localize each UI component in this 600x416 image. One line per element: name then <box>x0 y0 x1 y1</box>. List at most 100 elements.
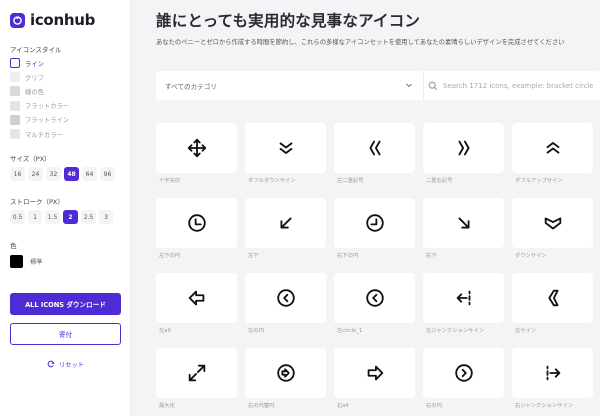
category-label: すべてのカテゴリ <box>165 82 218 91</box>
style-option-label: マルチカラー <box>25 131 63 139</box>
icon-card[interactable] <box>245 273 326 323</box>
double-chevron-right-icon <box>458 140 469 156</box>
icon-card[interactable] <box>156 348 237 398</box>
chevron-left-circle-icon <box>276 289 295 307</box>
style-option[interactable]: 線の色 <box>10 84 69 98</box>
size-option[interactable]: 24 <box>28 167 43 181</box>
style-option[interactable]: グリフ <box>10 70 69 84</box>
stroke-option[interactable]: 2 <box>63 210 78 224</box>
stroke-options: 0.5 1 1.5 2 2.5 3 <box>10 210 116 224</box>
style-swatch-icon <box>10 100 20 111</box>
icon-card[interactable] <box>334 198 415 248</box>
filter-bar: すべてのカテゴリ <box>156 71 600 100</box>
maximize-icon <box>188 364 205 382</box>
icon-card[interactable] <box>245 348 326 398</box>
icon-card[interactable] <box>512 273 593 323</box>
clock-bottom-right-icon <box>365 214 384 232</box>
style-option-label: ライン <box>25 60 44 68</box>
icon-card-label: ダブルアップサイン <box>515 178 563 184</box>
down-sign-icon <box>544 217 561 230</box>
size-option[interactable]: 96 <box>100 167 115 181</box>
search-icon <box>428 81 438 90</box>
color-picker[interactable]: 標準 <box>10 255 42 268</box>
style-swatch-icon <box>10 58 20 69</box>
icon-card[interactable] <box>423 123 504 173</box>
icon-card[interactable] <box>156 273 237 323</box>
icon-card[interactable] <box>156 123 237 173</box>
icon-card[interactable] <box>245 198 326 248</box>
style-option-label: フラットカラー <box>25 103 70 111</box>
icon-card-label: 左下 <box>248 253 259 259</box>
stroke-option[interactable]: 2.5 <box>81 210 96 224</box>
style-option[interactable]: フラットカラー <box>10 99 69 113</box>
size-label: サイズ（PX） <box>10 155 51 163</box>
arrow-right-alt-icon <box>367 365 383 381</box>
icon-card-label: 左alt <box>159 328 172 334</box>
chevron-left-circle-1-icon <box>365 289 384 307</box>
chevron-right-circle-icon <box>454 364 473 382</box>
icon-card[interactable] <box>512 348 593 398</box>
donate-button[interactable]: 寄付 <box>10 323 121 345</box>
icon-card-label: 右alt <box>337 403 350 409</box>
arrow-down-right-icon <box>458 217 469 229</box>
size-option[interactable]: 64 <box>82 167 97 181</box>
icon-card-label: 右下の円 <box>337 253 359 259</box>
category-select[interactable]: すべてのカテゴリ <box>156 71 424 100</box>
icon-card[interactable] <box>423 273 504 323</box>
chevron-down-icon <box>406 83 412 88</box>
arrow-right-circle-alt-icon <box>276 364 295 382</box>
clock-bottom-left-icon <box>187 214 206 232</box>
icon-card[interactable] <box>423 348 504 398</box>
logo[interactable]: iconhub <box>10 11 95 29</box>
reset-button[interactable]: リセット <box>10 357 121 371</box>
page-subtitle: あなたのペニーとゼロから作成する時間を節約し、これらの多様なアイコンセットを使用… <box>156 39 565 46</box>
icon-card-label: 十字矢印 <box>159 178 181 184</box>
size-option[interactable]: 32 <box>46 167 61 181</box>
left-sign-icon <box>547 289 558 307</box>
size-option[interactable]: 16 <box>10 167 25 181</box>
stroke-option[interactable]: 1 <box>28 210 42 224</box>
search-input[interactable] <box>443 81 593 90</box>
size-option[interactable]: 48 <box>64 167 79 181</box>
icon-card[interactable] <box>512 123 593 173</box>
style-option-label: フラットライン <box>25 117 70 125</box>
icon-card-label: 左二重記号 <box>337 178 364 184</box>
logo-icon <box>10 12 25 28</box>
stroke-option[interactable]: 0.5 <box>10 210 25 224</box>
reset-label: リセット <box>59 361 84 369</box>
icon-card-label: 右下 <box>426 253 437 259</box>
icon-card-label: ダウンサイン <box>515 253 547 259</box>
color-swatch[interactable] <box>10 255 23 268</box>
icon-card[interactable] <box>423 198 504 248</box>
icon-card[interactable] <box>334 123 415 173</box>
icon-card-label: 左下の円 <box>159 253 181 259</box>
style-swatch-icon <box>10 86 20 97</box>
stroke-option[interactable]: 3 <box>99 210 113 224</box>
double-chevron-down-icon <box>279 142 292 154</box>
double-chevron-left-icon <box>369 140 380 156</box>
icon-card-label: 二重右記号 <box>426 178 453 184</box>
icon-card[interactable] <box>334 273 415 323</box>
stroke-label: ストローク（PX） <box>10 198 64 206</box>
icon-card[interactable] <box>512 198 593 248</box>
icon-card-label: 左サイン <box>515 328 537 334</box>
search-box[interactable] <box>424 71 600 100</box>
style-option[interactable]: フラットライン <box>10 113 69 127</box>
style-option[interactable]: ライン <box>10 56 69 70</box>
download-all-button[interactable]: ALL ICONS ダウンロード <box>10 293 121 315</box>
right-junction-icon <box>546 365 560 381</box>
icon-card[interactable] <box>156 198 237 248</box>
style-option-label: グリフ <box>25 74 44 82</box>
icon-card[interactable] <box>245 123 326 173</box>
icon-card[interactable] <box>334 348 415 398</box>
icon-card-label: 左circle_1 <box>337 328 363 334</box>
style-list: ライングリフ線の色フラットカラー フラットライン マルチカラー <box>10 56 69 141</box>
sidebar: iconhub アイコンスタイル ライン グリフ 線の色 フラットカラー フラットライン… <box>0 0 131 416</box>
style-option-label: 線の色 <box>25 88 44 96</box>
stroke-option[interactable]: 1.5 <box>45 210 60 224</box>
page-title: 誰にとっても実用的な見事なアイコン <box>156 12 421 30</box>
arrow-left-alt-icon <box>188 290 204 306</box>
icon-card-label: 最大化 <box>159 403 175 409</box>
arrow-down-left-icon <box>280 217 291 229</box>
style-option[interactable]: マルチカラー <box>10 127 69 141</box>
